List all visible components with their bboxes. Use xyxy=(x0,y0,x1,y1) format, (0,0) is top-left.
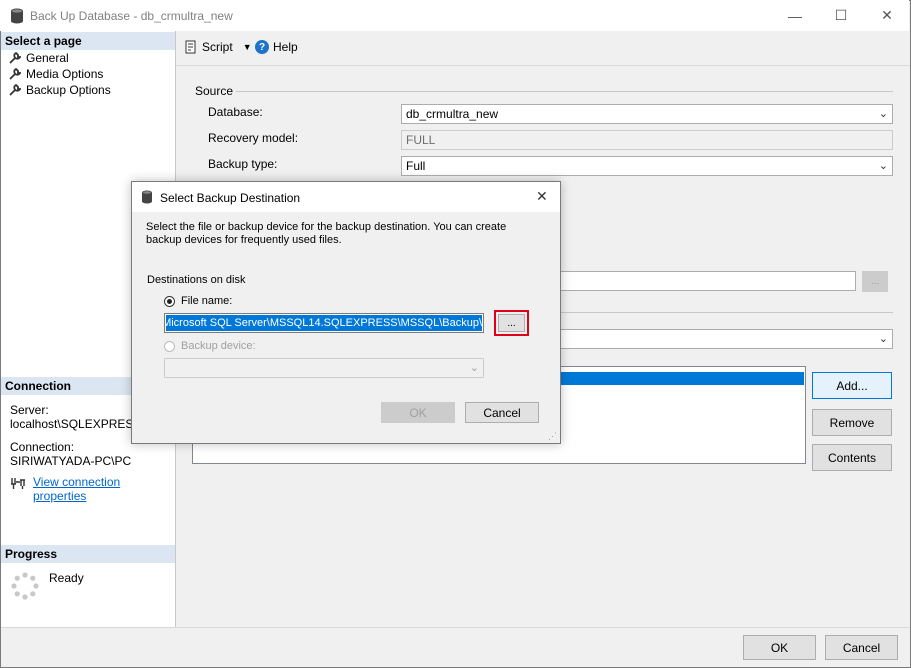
backup-type-combo[interactable]: Full ⌄ xyxy=(401,156,893,176)
database-combo[interactable]: db_crmultra_new ⌄ xyxy=(401,104,893,124)
server-label: Server: xyxy=(10,403,49,417)
page-item-label: Backup Options xyxy=(26,83,111,97)
file-name-value: Microsoft SQL Server\MSSQL14.SQLEXPRESS\… xyxy=(166,315,482,331)
backup-set-name-field[interactable] xyxy=(540,271,856,291)
destinations-on-disk-label: Destinations on disk xyxy=(147,274,246,286)
browse-file-button[interactable]: ... xyxy=(498,314,525,332)
minimize-button[interactable]: — xyxy=(772,0,818,31)
select-page-header: Select a page xyxy=(1,32,175,50)
recovery-model-field: FULL xyxy=(401,130,893,150)
cancel-button[interactable]: Cancel xyxy=(825,635,898,660)
dialog-cancel-button[interactable]: Cancel xyxy=(465,402,539,423)
contents-button[interactable]: Contents xyxy=(812,444,892,471)
ok-button[interactable]: OK xyxy=(743,635,816,660)
backup-type-label: Backup type: xyxy=(208,157,278,171)
dialog-title-bar: Select Backup Destination ✕ xyxy=(132,182,560,212)
window-title: Back Up Database - db_crmultra_new xyxy=(30,9,233,23)
chevron-down-icon: ⌄ xyxy=(469,362,479,374)
browse-disabled-button[interactable]: ... xyxy=(862,271,888,292)
destination-divider xyxy=(560,312,893,313)
page-item-media-options[interactable]: Media Options xyxy=(9,66,103,82)
script-icon xyxy=(185,40,196,54)
connection-label: Connection: xyxy=(10,440,75,454)
recovery-model-value: FULL xyxy=(406,133,436,147)
page-item-general[interactable]: General xyxy=(9,50,69,66)
chevron-down-icon: ⌄ xyxy=(878,108,888,120)
file-name-input[interactable]: Microsoft SQL Server\MSSQL14.SQLEXPRESS\… xyxy=(164,313,484,333)
database-label: Database: xyxy=(208,105,263,119)
file-name-radio[interactable]: File name: xyxy=(164,295,232,307)
recovery-model-label: Recovery model: xyxy=(208,131,299,145)
progress-spinner-icon xyxy=(10,571,40,604)
backup-device-radio[interactable]: Backup device: xyxy=(164,340,256,352)
database-icon xyxy=(141,190,153,207)
chevron-down-icon: ⌄ xyxy=(878,333,888,345)
chevron-down-icon: ⌄ xyxy=(878,160,888,172)
title-bar: Back Up Database - db_crmultra_new — ☐ ✕ xyxy=(0,0,909,31)
toolbar: Script ▼ ? Help xyxy=(176,31,909,66)
back-up-to-combo[interactable]: ⌄ xyxy=(540,329,893,349)
help-icon: ? xyxy=(255,40,269,54)
list-item[interactable] xyxy=(559,372,804,385)
dialog-title: Select Backup Destination xyxy=(160,191,301,205)
progress-header: Progress xyxy=(1,545,175,563)
backup-device-combo[interactable]: ⌄ xyxy=(164,358,484,378)
page-item-backup-options[interactable]: Backup Options xyxy=(9,82,111,98)
close-button[interactable]: ✕ xyxy=(864,0,910,31)
source-section-label: Source xyxy=(195,84,234,98)
help-label: Help xyxy=(273,40,298,54)
connection-properties-icon xyxy=(10,476,26,493)
resize-grip-icon[interactable]: ⋰ xyxy=(548,431,557,442)
script-button[interactable]: Script ▼ xyxy=(184,40,252,54)
wrench-icon xyxy=(9,84,21,96)
remove-button[interactable]: Remove xyxy=(812,409,892,436)
dialog-ok-button[interactable]: OK xyxy=(381,402,455,423)
add-button[interactable]: Add... xyxy=(812,372,892,399)
backup-device-label: Backup device: xyxy=(181,340,256,352)
select-backup-destination-dialog: Select Backup Destination ✕ Select the f… xyxy=(131,181,561,444)
progress-status: Ready xyxy=(49,571,84,585)
server-value: localhost\SQLEXPRESS xyxy=(10,417,142,431)
help-button[interactable]: ? Help xyxy=(255,40,298,54)
script-label: Script xyxy=(202,40,233,54)
connection-value: SIRIWATYADA-PC\PC xyxy=(10,454,132,468)
radio-unselected[interactable] xyxy=(164,340,175,352)
view-connection-properties-link[interactable]: View connection properties xyxy=(33,475,175,503)
database-icon xyxy=(10,8,24,27)
dialog-description: Select the file or backup device for the… xyxy=(146,221,507,246)
source-divider xyxy=(236,91,893,92)
file-name-label: File name: xyxy=(181,295,233,307)
maximize-button[interactable]: ☐ xyxy=(818,0,864,31)
page-item-label: Media Options xyxy=(26,67,104,81)
dialog-close-button[interactable]: ✕ xyxy=(536,188,548,205)
database-value: db_crmultra_new xyxy=(406,107,499,121)
dropdown-arrow-icon[interactable]: ▼ xyxy=(243,42,252,52)
backup-type-value: Full xyxy=(406,159,426,173)
wrench-icon xyxy=(9,52,21,64)
wrench-icon xyxy=(9,68,21,80)
page-item-label: General xyxy=(26,51,69,65)
radio-selected[interactable] xyxy=(164,295,175,307)
